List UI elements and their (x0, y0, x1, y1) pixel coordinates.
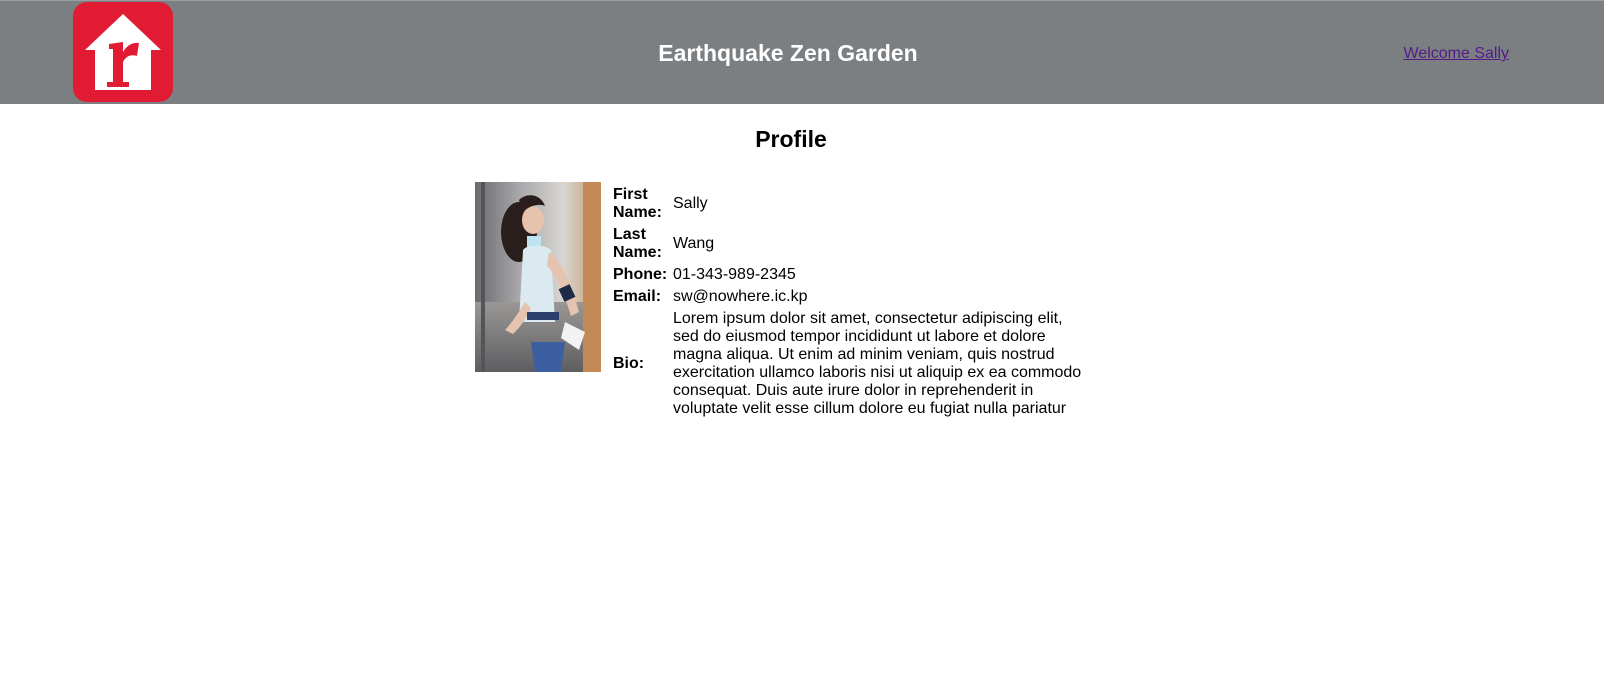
email-row: Email: sw@nowhere.ic.kp (611, 286, 1085, 308)
phone-label: Phone: (613, 266, 668, 283)
welcome-user-link[interactable]: Welcome Sally (1403, 44, 1509, 64)
first-name-label: First Name: (613, 186, 662, 221)
page-title: Profile (755, 126, 827, 152)
bio-row: Bio: Lorem ipsum dolor sit amet, consect… (611, 308, 1085, 420)
app-title: Earthquake Zen Garden (658, 40, 918, 66)
last-name-value: Wang (673, 235, 715, 252)
site-header: Earthquake Zen Garden Welcome Sally (0, 0, 1604, 104)
first-name-row: First Name: Sally (611, 184, 1085, 224)
profile-photo (475, 182, 601, 372)
last-name-row: Last Name: Wang (611, 224, 1085, 264)
bio-value: Lorem ipsum dolor sit amet, consectetur … (673, 310, 1082, 417)
first-name-value: Sally (673, 195, 708, 212)
phone-row: Phone: 01-343-989-2345 (611, 264, 1085, 286)
email-label: Email: (613, 288, 662, 305)
last-name-label: Last Name: (613, 226, 662, 261)
bio-label: Bio: (613, 355, 645, 372)
profile-details-table: First Name: Sally Last Name: Wang Phone:… (611, 184, 1085, 420)
phone-value: 01-343-989-2345 (673, 266, 796, 283)
email-value: sw@nowhere.ic.kp (673, 288, 808, 305)
